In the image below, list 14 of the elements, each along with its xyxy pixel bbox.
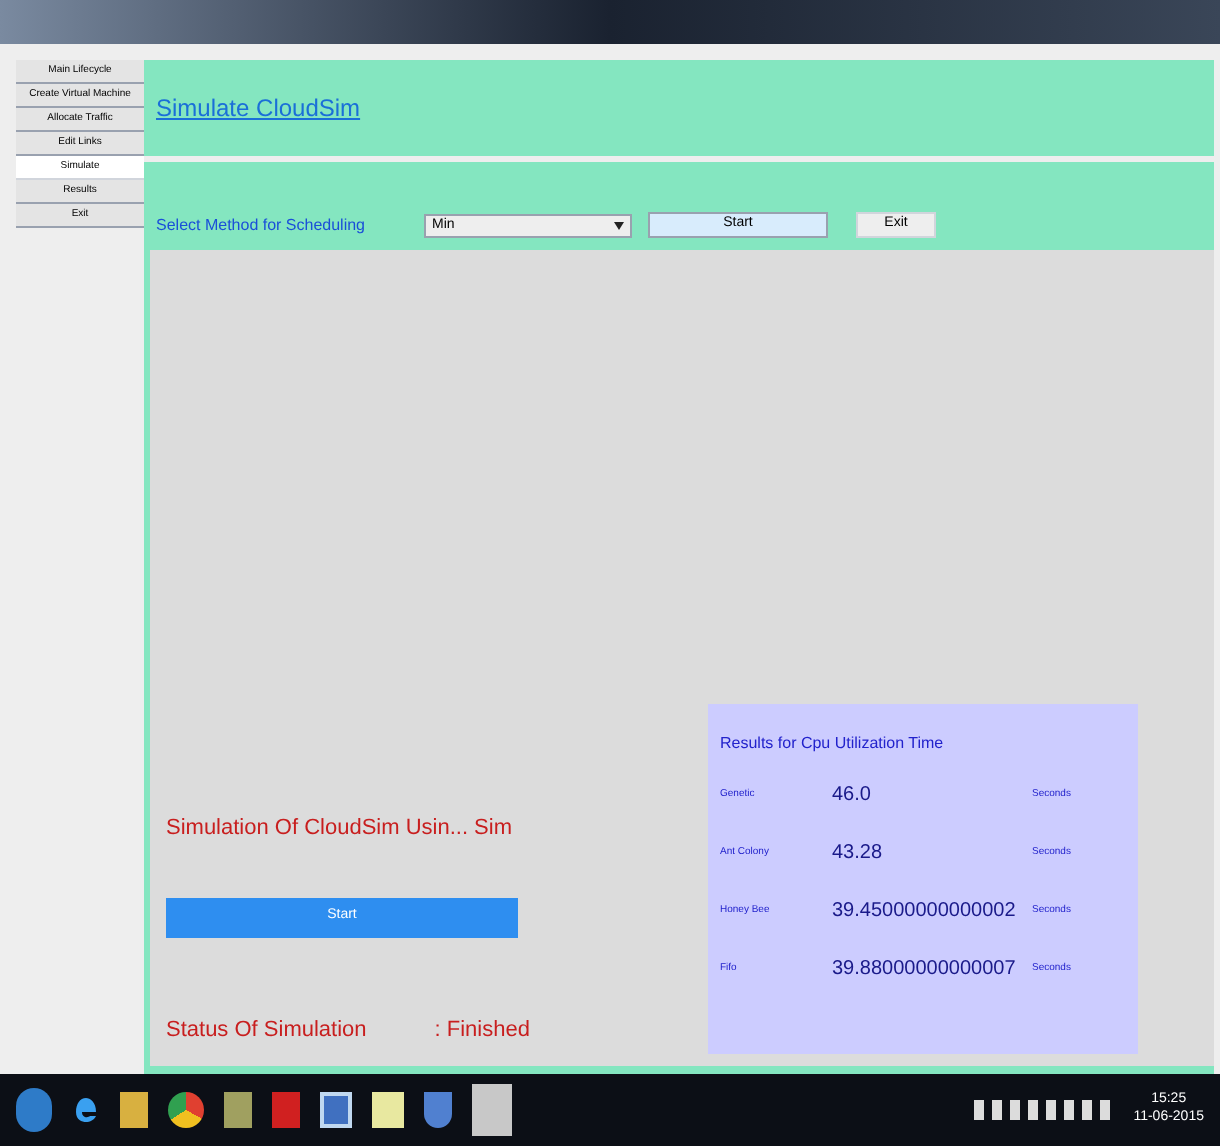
method-label: Select Method for Scheduling <box>156 214 368 238</box>
status-label: Status Of Simulation <box>166 1015 367 1045</box>
simulation-title: Simulation Of CloudSim Usin... Sim <box>166 814 514 844</box>
shield-icon[interactable] <box>424 1092 452 1128</box>
status-value: : Finished <box>434 1015 530 1045</box>
result-value: 39.88000000000007 <box>832 956 1012 984</box>
tray-icons-drawing <box>973 1100 1114 1120</box>
results-title: Results for Cpu Utilization Time <box>720 732 946 756</box>
browser-icon[interactable] <box>72 1094 100 1126</box>
caret-icon <box>614 222 624 230</box>
result-value: 39.45000000000002 <box>832 898 1012 926</box>
result-value: 46.0 <box>832 782 873 810</box>
page-title: Simulate CloudSim <box>156 92 361 126</box>
result-value: 43.28 <box>832 840 885 868</box>
